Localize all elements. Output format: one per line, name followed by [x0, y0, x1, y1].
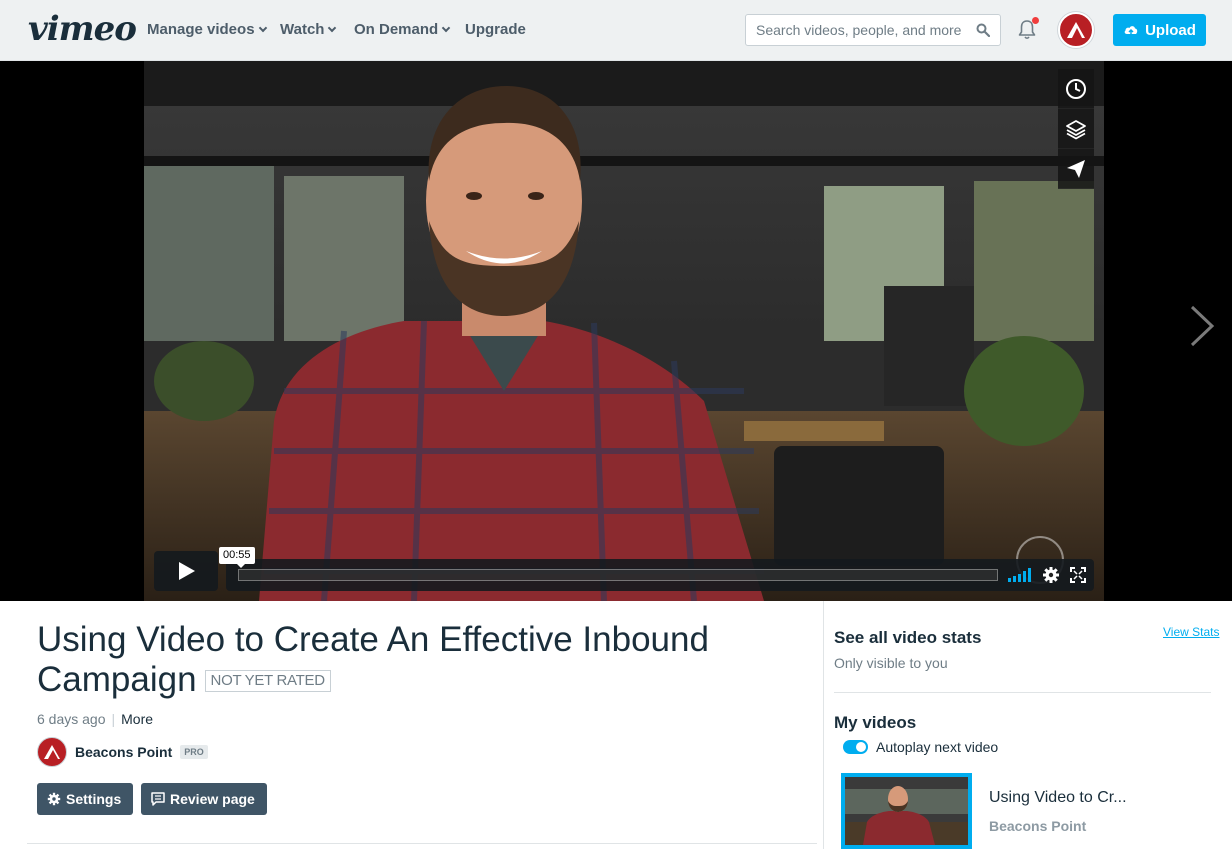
clock-icon: [1066, 78, 1086, 99]
review-page-button[interactable]: Review page: [141, 783, 267, 815]
nav-on-demand[interactable]: On Demand: [354, 21, 451, 38]
nav-watch[interactable]: Watch: [280, 21, 337, 38]
vimeo-logo[interactable]: vimeo: [28, 9, 137, 49]
chevron-down-icon: [258, 23, 267, 33]
meta-divider: |: [111, 711, 116, 727]
send-icon: [1067, 159, 1085, 178]
progress-bar[interactable]: [238, 569, 998, 581]
rating-badge: NOT YET RATED: [204, 670, 331, 692]
gear-icon: [47, 792, 61, 806]
share-button[interactable]: [1058, 149, 1094, 189]
nav-label: Upgrade: [465, 21, 526, 38]
comment-icon: [151, 792, 165, 806]
user-avatar[interactable]: [1058, 12, 1094, 48]
top-nav: vimeo Manage videos Watch On Demand Upgr…: [0, 0, 1232, 61]
video-title: Using Video to Create An Effective Inbou…: [37, 620, 817, 700]
search-icon[interactable]: [976, 23, 990, 37]
settings-button[interactable]: Settings: [37, 783, 133, 815]
column-divider: [823, 601, 824, 849]
pro-badge: PRO: [180, 745, 208, 759]
review-label: Review page: [170, 791, 255, 807]
avatar-mark-icon: [44, 745, 60, 759]
layers-icon: [1066, 119, 1086, 139]
nav-label: On Demand: [354, 21, 439, 38]
video-frame: [144, 61, 1104, 601]
nav-upgrade[interactable]: Upgrade: [465, 21, 526, 38]
avatar-mark-icon: [1067, 22, 1085, 38]
autoplay-toggle[interactable]: [843, 740, 868, 754]
search-box: [745, 14, 1001, 46]
more-link[interactable]: More: [121, 711, 153, 727]
control-bar: [226, 559, 1094, 591]
thumbnail-image: [845, 777, 968, 845]
video-title-text: Using Video to Create An Effective Inbou…: [37, 620, 709, 699]
nav-label: Watch: [280, 21, 325, 38]
upload-button[interactable]: Upload: [1113, 14, 1206, 46]
cloud-upload-icon: [1124, 26, 1138, 35]
owner-avatar[interactable]: [37, 737, 67, 767]
view-stats-link[interactable]: View Stats: [1163, 625, 1219, 639]
next-video-arrow-icon[interactable]: [1186, 305, 1216, 347]
settings-label: Settings: [66, 791, 122, 807]
autoplay-row: Autoplay next video: [843, 739, 998, 755]
nav-manage-videos[interactable]: Manage videos: [147, 21, 267, 38]
divider: [834, 692, 1211, 693]
settings-gear-icon[interactable]: [1042, 566, 1060, 584]
up-next-title[interactable]: Using Video to Cr...: [989, 789, 1127, 807]
player-controls: 00:55: [154, 547, 1094, 591]
chevron-down-icon: [441, 23, 451, 33]
time-tooltip: 00:55: [219, 547, 255, 568]
video-meta: 6 days ago | More: [37, 711, 153, 727]
autoplay-label: Autoplay next video: [876, 739, 999, 755]
chevron-down-icon: [328, 23, 337, 33]
fullscreen-icon[interactable]: [1070, 567, 1086, 583]
owner-name[interactable]: Beacons Point: [75, 744, 172, 760]
volume-icon[interactable]: [1008, 568, 1034, 582]
up-next-owner[interactable]: Beacons Point: [989, 818, 1086, 834]
watch-later-button[interactable]: [1058, 69, 1094, 109]
toggle-knob: [856, 742, 866, 752]
owner-row: Beacons Point PRO: [37, 737, 208, 767]
player-side-tools: [1058, 69, 1094, 189]
play-button[interactable]: [154, 551, 218, 591]
stats-subtitle: Only visible to you: [834, 655, 948, 671]
collections-button[interactable]: [1058, 109, 1094, 149]
up-next-thumbnail[interactable]: [841, 773, 972, 849]
stats-title: See all video stats: [834, 628, 982, 647]
play-icon: [179, 562, 195, 580]
notification-badge: [1032, 17, 1039, 24]
my-videos-heading: My videos: [834, 713, 917, 732]
search-input[interactable]: [746, 15, 966, 45]
posted-date: 6 days ago: [37, 711, 106, 727]
upload-label: Upload: [1145, 21, 1196, 39]
video-player[interactable]: [144, 61, 1104, 601]
nav-label: Manage videos: [147, 21, 255, 38]
divider: [27, 843, 817, 844]
